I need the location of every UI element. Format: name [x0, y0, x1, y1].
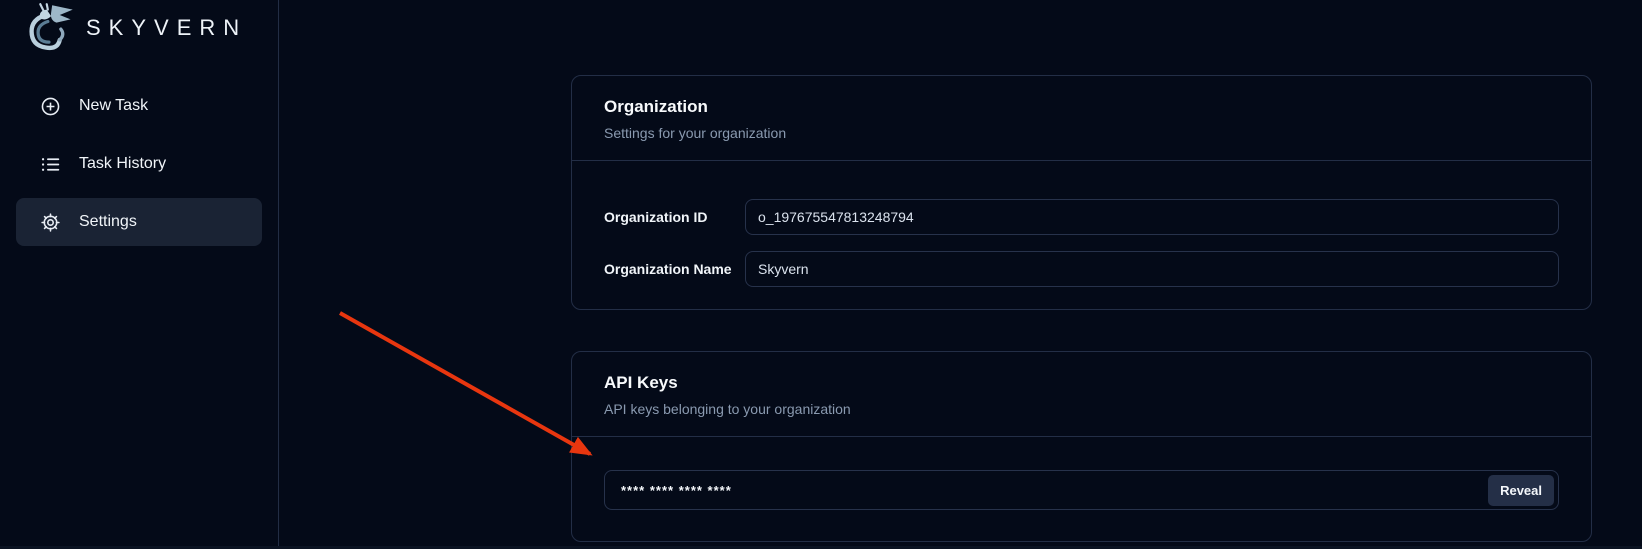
brand-logo: SKYVERN	[24, 0, 247, 56]
sidebar-item-label: Settings	[79, 213, 137, 231]
api-keys-card-header: API Keys API keys belonging to your orga…	[572, 352, 1591, 437]
api-keys-card-subtitle: API keys belonging to your organization	[604, 401, 1559, 417]
organization-name-label: Organization Name	[604, 261, 745, 277]
gear-icon	[40, 212, 61, 233]
sidebar: SKYVERN New Task Task History Settings	[0, 0, 279, 549]
organization-id-label: Organization ID	[604, 209, 745, 225]
sidebar-item-new-task[interactable]: New Task	[16, 82, 262, 130]
sidebar-item-settings[interactable]: Settings	[16, 198, 262, 246]
sidebar-item-label: New Task	[79, 97, 148, 115]
organization-card-header: Organization Settings for your organizat…	[572, 76, 1591, 161]
organization-name-input[interactable]	[745, 251, 1559, 287]
organization-name-row: Organization Name	[604, 251, 1559, 287]
organization-id-row: Organization ID	[604, 199, 1559, 235]
organization-card-subtitle: Settings for your organization	[604, 125, 1559, 141]
reveal-button[interactable]: Reveal	[1488, 475, 1554, 506]
api-keys-card: API Keys API keys belonging to your orga…	[571, 351, 1592, 542]
plus-circle-icon	[40, 96, 61, 117]
sidebar-item-task-history[interactable]: Task History	[16, 140, 262, 188]
dragon-logo-icon	[24, 2, 76, 54]
arrow-line	[340, 313, 590, 454]
organization-card-body: Organization ID Organization Name	[572, 161, 1591, 287]
api-key-field[interactable]: **** **** **** **** Reveal	[604, 470, 1559, 510]
organization-card: Organization Settings for your organizat…	[571, 75, 1592, 310]
api-key-masked-value: **** **** **** ****	[621, 483, 732, 498]
list-icon	[40, 154, 61, 175]
api-keys-card-title: API Keys	[604, 373, 1559, 393]
organization-id-input[interactable]	[745, 199, 1559, 235]
brand-name: SKYVERN	[86, 15, 247, 41]
api-keys-card-body: **** **** **** **** Reveal	[572, 437, 1591, 510]
sidebar-item-label: Task History	[79, 155, 166, 173]
organization-card-title: Organization	[604, 97, 1559, 117]
sidebar-nav: New Task Task History Settings	[16, 82, 262, 256]
